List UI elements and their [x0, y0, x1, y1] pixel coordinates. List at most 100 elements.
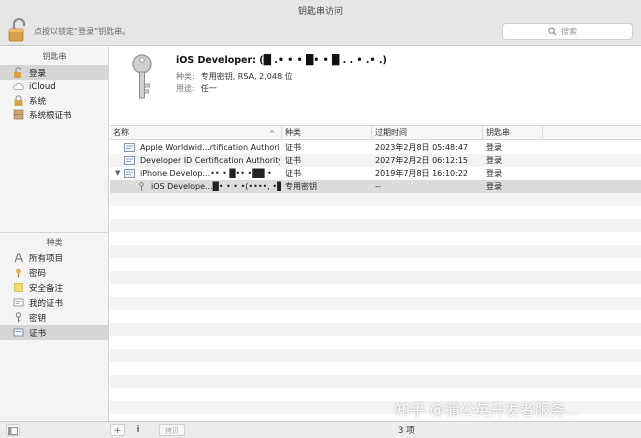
cell-keychain: 登录 — [486, 156, 502, 165]
cell-expires: 2023年2月8日 05:48:47 — [375, 143, 469, 152]
sort-ascending-icon: ^ — [269, 130, 275, 138]
detail-usage: 用途: 任一 — [176, 83, 217, 94]
column-header-keychain[interactable]: 钥匙串 — [483, 126, 543, 140]
sidebar-item-all-items[interactable]: 所有项目 — [0, 250, 108, 265]
sidebar-item-icloud[interactable]: iCloud — [0, 79, 108, 94]
key-icon — [15, 312, 22, 323]
sidebar: 钥匙串 登录 iCloud 系统 系统根证书 种类 所有项目 密码 安全备注 我… — [0, 47, 109, 421]
empty-row — [110, 310, 641, 323]
empty-row — [110, 193, 641, 206]
sidebar-item-label: 登录 — [29, 68, 47, 79]
cell-kind: 证书 — [285, 143, 301, 152]
detail-kind-value: 专用密钥, RSA, 2,048 位 — [200, 72, 293, 81]
search-icon — [548, 27, 557, 36]
sidebar-item-label: 密码 — [29, 268, 47, 279]
items-table: 名称 ^ 种类 过期时间 钥匙串 Apple Worldwid...rtific… — [110, 125, 641, 421]
column-header-kind[interactable]: 种类 — [282, 126, 372, 140]
table-row-selected[interactable]: iOS Develope...█• • • •(••••, •█•) 专用密钥 … — [110, 180, 641, 193]
empty-row — [110, 284, 641, 297]
cell-keychain: 登录 — [486, 169, 502, 178]
lock-open-icon — [14, 67, 22, 78]
bottom-bar: + i 拷贝 3 项 — [0, 421, 641, 438]
key-icon — [132, 54, 152, 99]
empty-row — [110, 258, 641, 271]
sidebar-item-label: iCloud — [29, 81, 56, 92]
empty-row — [110, 336, 641, 349]
sidebar-item-system-roots[interactable]: 系统根证书 — [0, 107, 108, 122]
table-header: 名称 ^ 种类 过期时间 钥匙串 — [110, 125, 641, 140]
sidebar-item-login[interactable]: 登录 — [0, 65, 108, 80]
my-certificates-icon — [13, 298, 24, 307]
sidebar-item-keys[interactable]: 密钥 — [0, 310, 108, 325]
cell-expires: 2019年7月8日 16:10:22 — [375, 169, 469, 178]
item-detail-panel: iOS Developer: (█ .• • • █• • █ . . • .•… — [110, 47, 641, 125]
empty-row — [110, 219, 641, 232]
detail-usage-value: 任一 — [200, 84, 217, 93]
sidebar-item-label: 系统 — [29, 96, 47, 107]
cell-name: iPhone Develop...•• • █•• •██ • — [140, 169, 272, 178]
sidebar-item-certificates[interactable]: 证书 — [0, 325, 108, 340]
table-row[interactable]: Developer ID Certification Authority 证书 … — [110, 154, 641, 167]
cell-name: iOS Develope...█• • • •(••••, •█•) — [151, 182, 281, 191]
cell-name: Developer ID Certification Authority — [140, 156, 280, 165]
cell-keychain: 登录 — [486, 143, 502, 152]
certificate-icon — [124, 169, 135, 178]
column-header-expires[interactable]: 过期时间 — [372, 126, 483, 140]
table-row[interactable]: ▼ iPhone Develop...•• • █•• •██ • 证书 201… — [110, 167, 641, 180]
empty-row — [110, 271, 641, 284]
sidebar-item-system[interactable]: 系统 — [0, 93, 108, 108]
watermark: 知乎 @蒲公英开发者服务... — [395, 401, 580, 419]
empty-row — [110, 349, 641, 362]
disclosure-triangle-icon[interactable]: ▼ — [115, 167, 120, 180]
sidebar-item-label: 所有项目 — [29, 253, 64, 264]
sidebar-item-secure-notes[interactable]: 安全备注 — [0, 280, 108, 295]
sidebar-item-my-certificates[interactable]: 我的证书 — [0, 295, 108, 310]
cabinet-icon — [13, 109, 24, 120]
table-row[interactable]: Apple Worldwid...rtification Authority 证… — [110, 141, 641, 154]
empty-row — [110, 323, 641, 336]
detail-usage-label: 用途: — [176, 84, 195, 93]
sidebar-item-label: 系统根证书 — [29, 110, 72, 121]
sidebar-divider — [0, 232, 109, 233]
window-title: 钥匙串访问 — [297, 7, 343, 17]
add-item-button[interactable]: + — [110, 424, 125, 436]
cell-expires: -- — [375, 182, 381, 191]
get-info-button[interactable]: i — [131, 424, 145, 436]
column-header-name[interactable]: 名称 ^ — [110, 126, 282, 140]
password-icon — [16, 268, 21, 278]
cell-kind: 专用密钥 — [285, 182, 317, 191]
sidebar-item-label: 证书 — [29, 328, 47, 339]
sidebar-item-passwords[interactable]: 密码 — [0, 265, 108, 280]
cell-name: Apple Worldwid...rtification Authority — [140, 143, 280, 152]
empty-row — [110, 232, 641, 245]
certificate-icon — [124, 156, 135, 165]
empty-row — [110, 206, 641, 219]
sidebar-item-label: 我的证书 — [29, 298, 64, 309]
copy-button[interactable]: 拷贝 — [159, 424, 185, 436]
cloud-icon — [13, 82, 24, 90]
column-header-label: 名称 — [113, 128, 129, 137]
item-count-status: 3 项 — [398, 426, 415, 436]
all-items-icon — [14, 253, 23, 263]
certificate-icon — [13, 328, 24, 337]
search-box[interactable] — [502, 23, 633, 40]
search-input[interactable] — [561, 26, 629, 37]
sidebar-item-label: 安全备注 — [29, 283, 64, 294]
keychains-header: 钥匙串 — [42, 52, 67, 61]
empty-row — [110, 245, 641, 258]
detail-kind-label: 种类: — [176, 72, 195, 81]
empty-row — [110, 375, 641, 388]
title-bar: 钥匙串访问 点按以锁定“登录”钥匙串。 — [0, 0, 641, 46]
sidebar-item-label: 密钥 — [29, 313, 47, 324]
lock-icon — [14, 95, 23, 106]
cell-kind: 证书 — [285, 156, 301, 165]
detail-title: iOS Developer: (█ .• • • █• • █ . . • .•… — [176, 55, 387, 66]
empty-row — [110, 362, 641, 375]
cell-kind: 证书 — [285, 169, 301, 178]
lock-open-icon[interactable] — [8, 18, 30, 42]
sidebar-toggle-button[interactable] — [6, 424, 20, 436]
lock-hint-text: 点按以锁定“登录”钥匙串。 — [34, 27, 131, 36]
cell-expires: 2027年2月2日 06:12:15 — [375, 156, 469, 165]
detail-kind: 种类: 专用密钥, RSA, 2,048 位 — [176, 71, 293, 82]
empty-row — [110, 297, 641, 310]
